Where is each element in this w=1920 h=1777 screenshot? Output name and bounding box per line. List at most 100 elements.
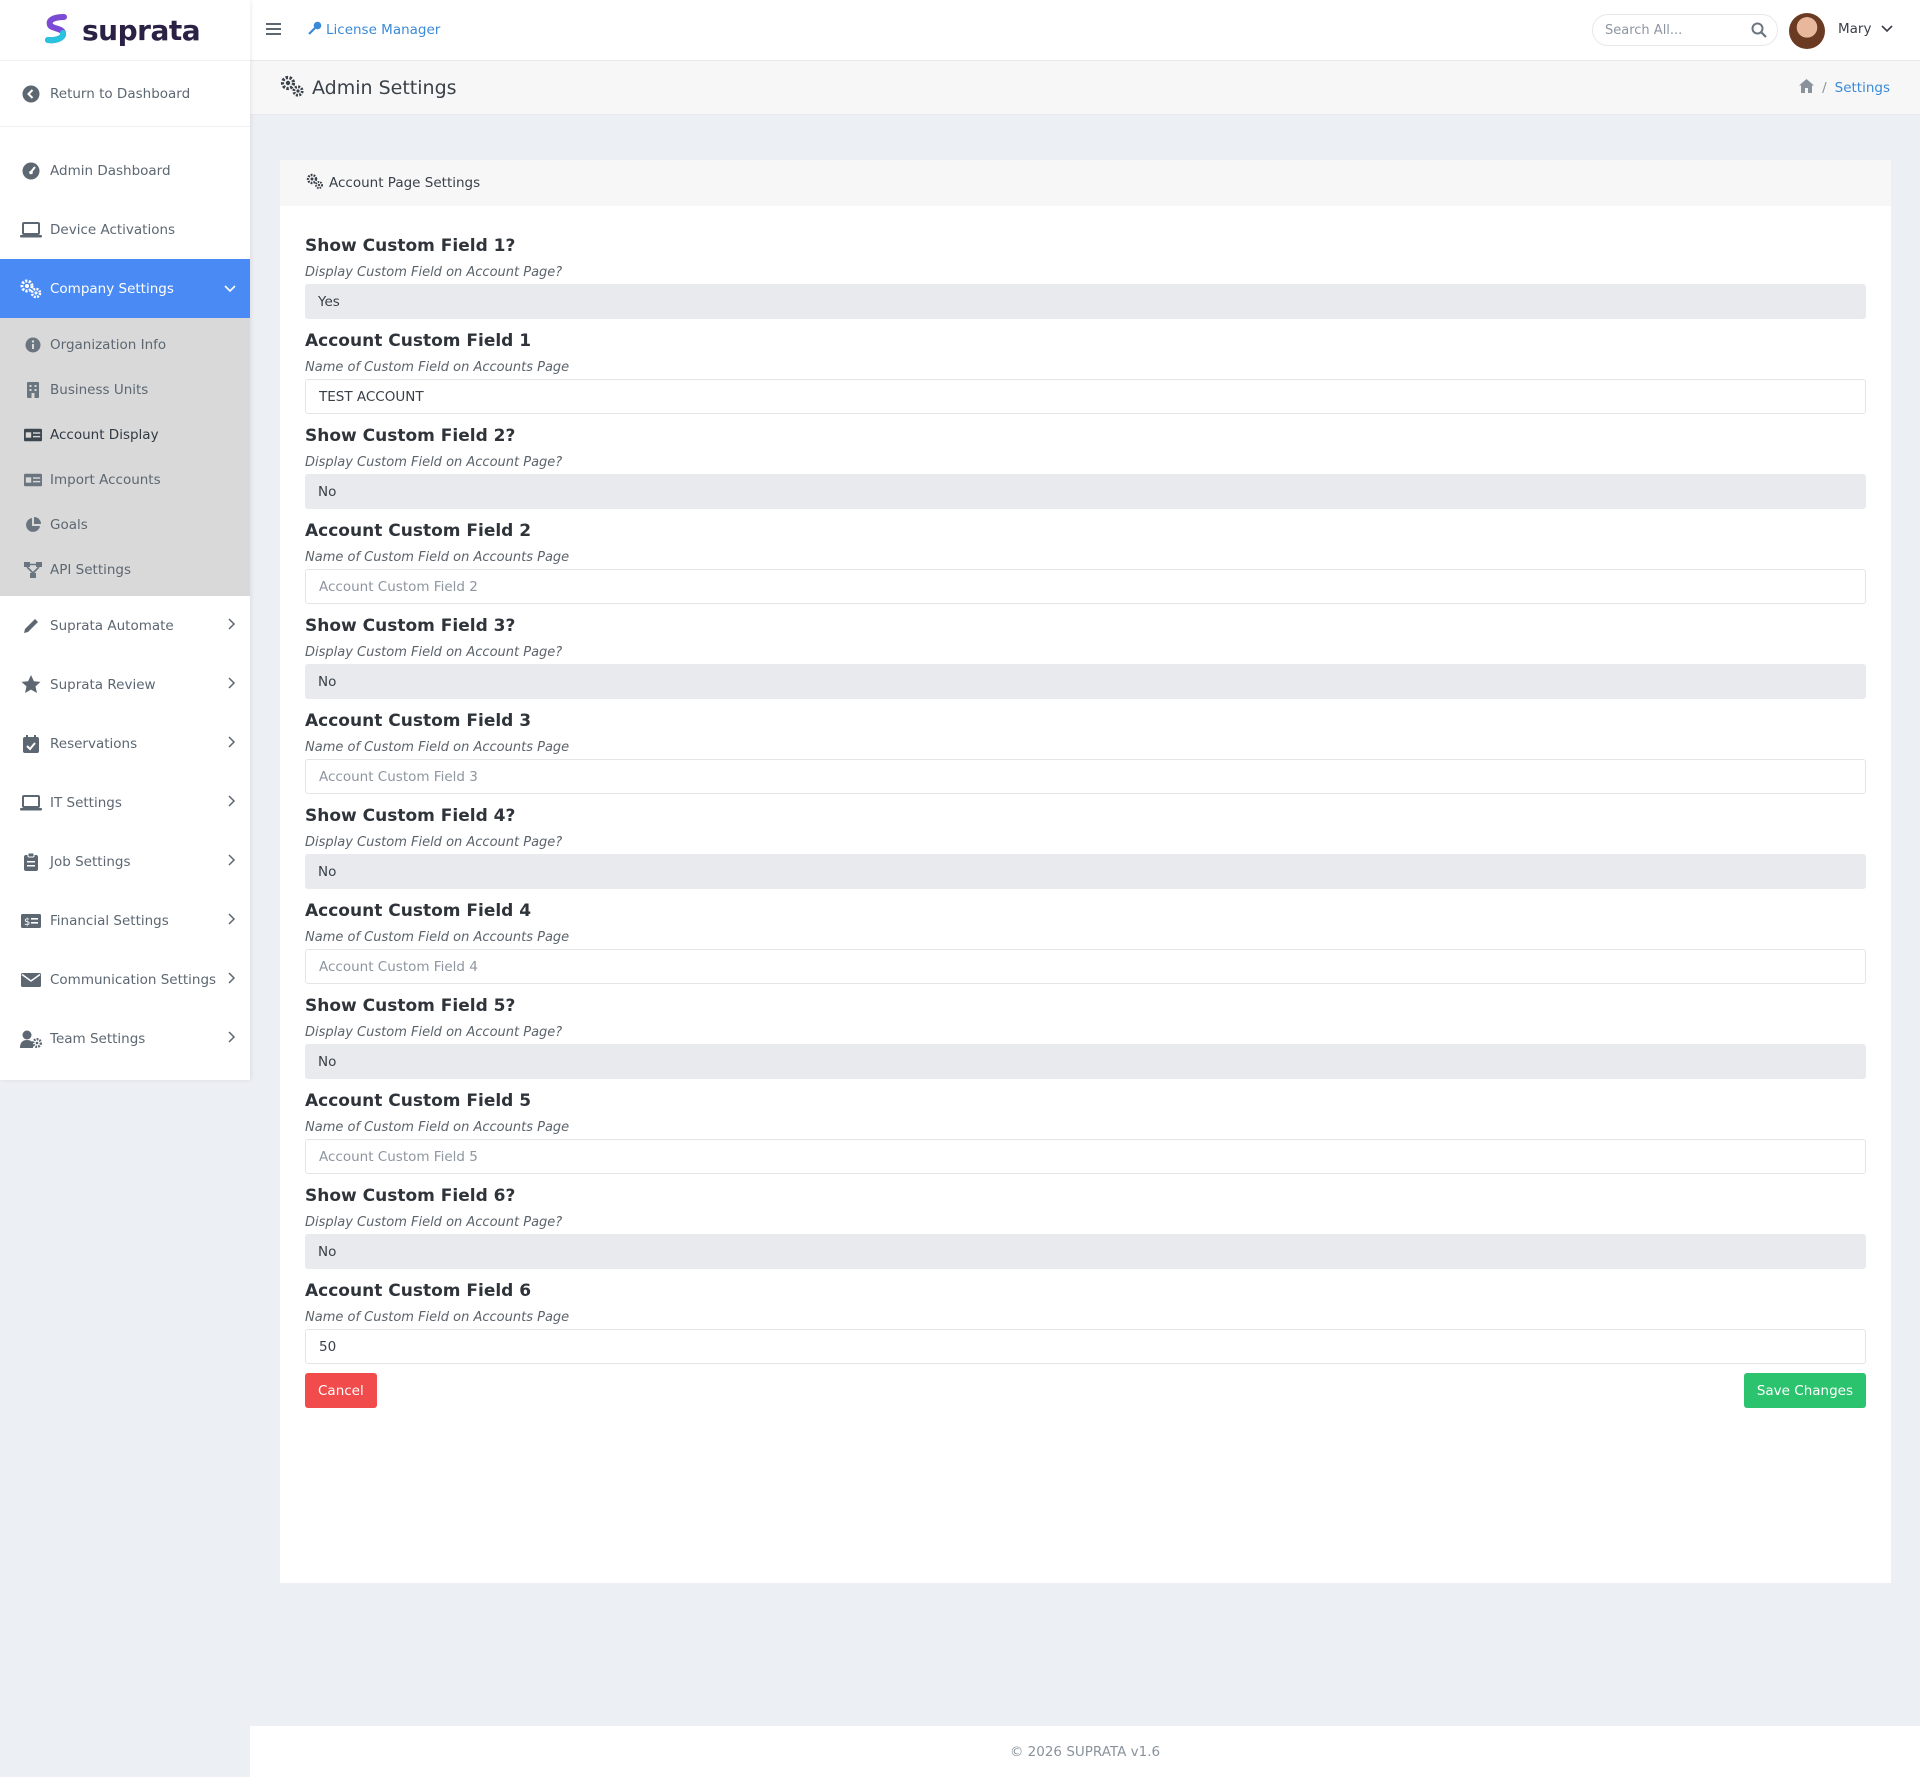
field-title: Show Custom Field 2? [305, 426, 516, 446]
sidebar-item-label: Job Settings [50, 853, 131, 870]
field-hint: Display Custom Field on Account Page? [305, 1215, 563, 1230]
show-custom-field-2-group: Show Custom Field 2? Display Custom Fiel… [305, 414, 1866, 509]
sidebar-item-team-settings[interactable]: Team Settings [0, 1009, 250, 1068]
breadcrumb-separator: / [1822, 80, 1827, 96]
submenu-item-goals[interactable]: Goals [0, 502, 250, 547]
account-custom-field-4-wrapper [305, 949, 1866, 984]
show-custom-field-6-select[interactable]: No [305, 1234, 1866, 1269]
user-gear-icon [20, 1030, 42, 1048]
field-title: Account Custom Field 1 [305, 331, 532, 351]
submenu-item-api-settings[interactable]: API Settings [0, 547, 250, 592]
home-icon[interactable] [1799, 79, 1815, 97]
show-custom-field-1-select[interactable]: Yes [305, 284, 1866, 319]
search-input[interactable] [1605, 22, 1745, 38]
arrow-left-circle-icon [20, 85, 42, 103]
card-title: Account Page Settings [329, 175, 481, 191]
show-custom-field-2-select[interactable]: No [305, 474, 1866, 509]
sidebar-item-device-activations[interactable]: Device Activations [0, 200, 250, 259]
field-hint: Name of Custom Field on Accounts Page [305, 360, 570, 375]
sidebar-item-label: Company Settings [50, 280, 174, 297]
laptop-icon [20, 221, 42, 238]
search-box[interactable] [1592, 14, 1778, 46]
account-custom-field-6-group: Account Custom Field 6 Name of Custom Fi… [305, 1269, 1866, 1364]
show-custom-field-1-group: Show Custom Field 1? Display Custom Fiel… [305, 224, 1866, 319]
sidebar-item-label: Communication Settings [50, 971, 217, 988]
submenu-item-account-display[interactable]: Account Display [0, 412, 250, 457]
sidebar-item-it-settings[interactable]: IT Settings [0, 773, 250, 832]
sidebar-item-suprata-review[interactable]: Suprata Review [0, 655, 250, 714]
submenu-item-import-accounts[interactable]: Import Accounts [0, 457, 250, 502]
chevron-right-icon [228, 676, 236, 693]
sidebar-item-communication-settings[interactable]: Communication Settings [0, 950, 250, 1009]
show-custom-field-5-group: Show Custom Field 5? Display Custom Fiel… [305, 984, 1866, 1079]
field-hint: Name of Custom Field on Accounts Page [305, 740, 570, 755]
sidebar-item-label: IT Settings [50, 794, 122, 811]
gears-icon [280, 75, 304, 101]
chevron-right-icon [228, 617, 236, 634]
breadcrumb: / Settings [1799, 79, 1890, 97]
sidebar-item-admin-dashboard[interactable]: Admin Dashboard [0, 141, 250, 200]
account-custom-field-3-input[interactable] [319, 768, 1865, 785]
account-custom-field-1-wrapper [305, 379, 1866, 414]
account-custom-field-6-wrapper [305, 1329, 1866, 1364]
brand-name: suprata [82, 13, 201, 47]
money-icon: $ [20, 913, 42, 928]
account-custom-field-4-group: Account Custom Field 4 Name of Custom Fi… [305, 889, 1866, 984]
hamburger-menu-icon[interactable] [266, 21, 282, 39]
account-custom-field-2-input[interactable] [319, 578, 1865, 595]
account-custom-field-6-input[interactable] [319, 1338, 1865, 1355]
submenu-item-business-units[interactable]: Business Units [0, 367, 250, 412]
submenu-item-organization-info[interactable]: Organization Info [0, 322, 250, 367]
submenu-item-label: Account Display [50, 426, 159, 443]
chevron-right-icon [228, 853, 236, 870]
key-icon [308, 21, 322, 39]
return-label: Return to Dashboard [50, 85, 191, 102]
sidebar-item-job-settings[interactable]: Job Settings [0, 832, 250, 891]
sidebar-item-reservations[interactable]: Reservations [0, 714, 250, 773]
show-custom-field-4-group: Show Custom Field 4? Display Custom Fiel… [305, 794, 1866, 889]
sidebar-item-label: Suprata Review [50, 676, 156, 693]
sidebar: suprata Return to Dashboard Admin Dashbo… [0, 0, 250, 1080]
account-custom-field-5-input[interactable] [319, 1148, 1865, 1165]
sidebar-item-suprata-automate[interactable]: Suprata Automate [0, 596, 250, 655]
submenu-item-label: Import Accounts [50, 471, 161, 488]
account-custom-field-1-input[interactable] [319, 388, 1865, 405]
building-icon [24, 381, 42, 398]
breadcrumb-current[interactable]: Settings [1835, 80, 1890, 96]
show-custom-field-5-select[interactable]: No [305, 1044, 1866, 1079]
return-to-dashboard-link[interactable]: Return to Dashboard [0, 61, 250, 127]
top-bar: License Manager Mary [250, 0, 1920, 61]
chevron-right-icon [228, 794, 236, 811]
account-custom-field-4-input[interactable] [319, 958, 1865, 975]
save-changes-button[interactable]: Save Changes [1743, 1373, 1866, 1408]
account-custom-field-5-group: Account Custom Field 5 Name of Custom Fi… [305, 1079, 1866, 1174]
user-menu[interactable]: Mary [1838, 21, 1894, 37]
sidebar-item-financial-settings[interactable]: $ Financial Settings [0, 891, 250, 950]
chevron-right-icon [228, 1030, 236, 1047]
field-hint: Display Custom Field on Account Page? [305, 265, 563, 280]
field-title: Show Custom Field 3? [305, 616, 516, 636]
cancel-button[interactable]: Cancel [305, 1373, 377, 1408]
search-icon[interactable] [1751, 22, 1767, 42]
account-custom-field-1-group: Account Custom Field 1 Name of Custom Fi… [305, 319, 1866, 414]
copyright-text: © 2026 SUPRATA v1.6 [1009, 1743, 1161, 1760]
company-settings-submenu: Organization Info Business Units Account… [0, 318, 250, 596]
account-custom-field-2-wrapper [305, 569, 1866, 604]
network-icon [24, 561, 42, 578]
show-custom-field-3-group: Show Custom Field 3? Display Custom Fiel… [305, 604, 1866, 699]
page-title: Admin Settings [312, 76, 457, 99]
field-hint: Display Custom Field on Account Page? [305, 835, 563, 850]
license-manager-link[interactable]: License Manager [308, 21, 440, 39]
avatar[interactable] [1789, 13, 1825, 49]
show-custom-field-4-select[interactable]: No [305, 854, 1866, 889]
chevron-down-icon [1881, 21, 1894, 37]
chevron-right-icon [228, 735, 236, 752]
brand-logo[interactable]: suprata [0, 0, 250, 61]
show-custom-field-3-select[interactable]: No [305, 664, 1866, 699]
id-card-icon [24, 473, 42, 487]
field-title: Show Custom Field 4? [305, 806, 516, 826]
suprata-logo-icon [45, 14, 67, 44]
envelope-icon [20, 972, 42, 987]
chevron-down-icon [224, 281, 236, 297]
sidebar-item-company-settings[interactable]: Company Settings [0, 259, 250, 318]
